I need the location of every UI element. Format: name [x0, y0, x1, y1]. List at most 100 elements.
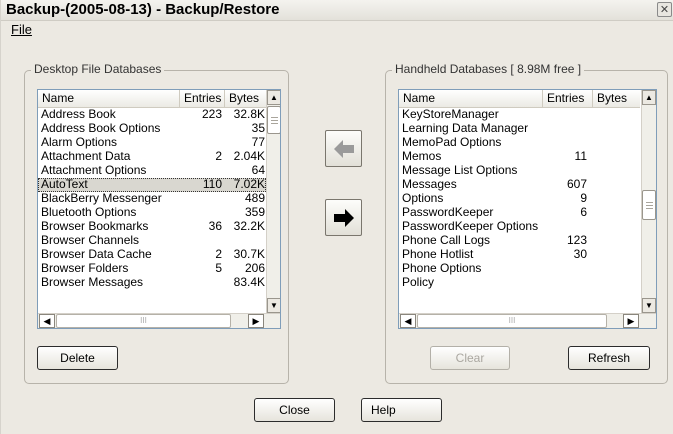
scroll-thumb[interactable]	[642, 190, 656, 220]
thumb-grip	[646, 205, 653, 206]
clear-button[interactable]: Clear	[430, 346, 510, 370]
database-name: BlackBerry Messenger	[41, 191, 162, 205]
database-row[interactable]: Address Book Options 35	[38, 122, 266, 136]
database-bytes: 30.7K	[233, 247, 265, 261]
menu-file[interactable]: File	[11, 22, 32, 37]
database-row[interactable]: Phone Call Logs 123	[399, 234, 641, 248]
close-window-icon[interactable]: ✕	[657, 2, 672, 17]
column-header-bytes[interactable]: Bytes	[225, 90, 266, 107]
column-header-name[interactable]: Name	[399, 90, 543, 107]
database-name: Browser Data Cache	[41, 247, 152, 261]
backup-restore-window: Backup-(2005-08-13) - Backup/Restore ✕ F…	[0, 0, 673, 434]
desktop-databases-group: Desktop File Databases Name Entries Byte…	[24, 62, 289, 384]
database-row[interactable]: Alarm Options 77	[38, 136, 266, 150]
database-row[interactable]: Memos 11	[399, 150, 641, 164]
scroll-right-button[interactable]: ▶	[248, 314, 264, 328]
database-row[interactable]: Options 9	[399, 192, 641, 206]
scroll-thumb[interactable]	[267, 106, 280, 134]
scroll-up-button[interactable]: ▲	[642, 90, 656, 105]
horizontal-scroll-thumb[interactable]: III	[56, 314, 231, 328]
database-row[interactable]: Browser Folders 5 206	[38, 262, 266, 276]
database-row[interactable]: PasswordKeeper Options	[399, 220, 641, 234]
database-row[interactable]: Attachment Options 64	[38, 164, 266, 178]
thumb-grip	[646, 202, 653, 203]
scroll-down-button[interactable]: ▼	[642, 298, 656, 313]
title-bar[interactable]: Backup-(2005-08-13) - Backup/Restore ✕	[1, 0, 673, 21]
column-header-name[interactable]: Name	[38, 90, 180, 107]
delete-button-label: Delete	[60, 351, 95, 365]
database-row[interactable]: MemoPad Options	[399, 136, 641, 150]
delete-button[interactable]: Delete	[37, 346, 118, 370]
scroll-right-button[interactable]: ▶	[623, 314, 639, 328]
database-row[interactable]: BlackBerry Messenger 489	[38, 192, 266, 206]
arrow-right-icon	[334, 209, 354, 227]
database-name: Browser Messages	[41, 275, 144, 289]
database-row[interactable]: Attachment Data 2 2.04K	[38, 150, 266, 164]
database-name: MemoPad Options	[402, 135, 502, 149]
database-row[interactable]: KeyStoreManager	[399, 108, 641, 122]
handheld-database-list[interactable]: Name Entries Bytes KeyStoreManager Learni…	[398, 89, 657, 329]
handheld-group-label: Handheld Databases [ 8.98M free ]	[392, 62, 585, 76]
database-row[interactable]: Messages 607	[399, 178, 641, 192]
column-header-entries[interactable]: Entries	[543, 90, 593, 107]
scroll-left-button[interactable]: ◀	[400, 314, 416, 328]
desktop-vertical-scrollbar[interactable]: ▲ ▼	[266, 90, 280, 313]
handheld-horizontal-scrollbar[interactable]: ◀ III ▶	[399, 313, 656, 328]
database-bytes: 32.8K	[233, 107, 265, 121]
database-row[interactable]: Browser Messages 83.4K	[38, 276, 266, 290]
close-button[interactable]: Close	[254, 398, 335, 422]
database-name: PasswordKeeper	[402, 205, 494, 219]
copy-to-desktop-button[interactable]	[325, 130, 362, 167]
copy-to-handheld-button[interactable]	[325, 199, 362, 236]
scroll-left-button[interactable]: ◀	[39, 314, 55, 328]
database-entries: 2	[215, 149, 222, 163]
scroll-down-button[interactable]: ▼	[267, 298, 280, 313]
desktop-database-list[interactable]: Name Entries Bytes Address Book 223 32.8K A…	[37, 89, 281, 329]
database-bytes: 2.04K	[233, 149, 265, 163]
database-row[interactable]: PasswordKeeper 6	[399, 206, 641, 220]
database-row[interactable]: Bluetooth Options 359	[38, 206, 266, 220]
scroll-up-button[interactable]: ▲	[267, 90, 280, 105]
column-header-entries[interactable]: Entries	[180, 90, 225, 107]
handheld-vertical-scrollbar[interactable]: ▲ ▼	[641, 90, 656, 313]
database-name: Address Book	[41, 107, 116, 121]
database-bytes: 32.2K	[233, 219, 265, 233]
database-row[interactable]: Browser Bookmarks 36 32.2K	[38, 220, 266, 234]
database-name: Attachment Data	[41, 149, 131, 163]
database-row[interactable]: Phone Hotlist 30	[399, 248, 641, 262]
database-name: KeyStoreManager	[402, 107, 499, 121]
menu-file-label: File	[11, 22, 32, 37]
database-row[interactable]: Policy	[399, 276, 641, 290]
database-bytes: 35	[251, 121, 265, 135]
refresh-button[interactable]: Refresh	[568, 346, 650, 370]
database-row[interactable]: Browser Channels	[38, 234, 266, 248]
database-name: Browser Folders	[41, 261, 129, 275]
database-bytes: 83.4K	[233, 275, 265, 289]
database-name: PasswordKeeper Options	[402, 219, 539, 233]
database-name: Options	[402, 191, 444, 205]
column-header-bytes[interactable]: Bytes	[593, 90, 640, 107]
database-entries: 36	[208, 219, 222, 233]
database-bytes: 206	[244, 261, 265, 275]
database-row[interactable]: Phone Options	[399, 262, 641, 276]
database-name: Messages	[402, 177, 457, 191]
help-button[interactable]: Help	[361, 398, 442, 422]
thumb-grip	[271, 120, 278, 121]
database-entries: 2	[215, 247, 222, 261]
database-name: Bluetooth Options	[41, 205, 137, 219]
database-row[interactable]: Message List Options	[399, 164, 641, 178]
database-row[interactable]: Learning Data Manager	[399, 122, 641, 136]
window-title: Backup-(2005-08-13) - Backup/Restore	[6, 1, 280, 18]
database-name: Phone Hotlist	[402, 247, 474, 261]
desktop-horizontal-scrollbar[interactable]: ◀ III ▶	[38, 313, 280, 328]
database-entries: 223	[201, 107, 222, 121]
desktop-group-label: Desktop File Databases	[31, 62, 165, 76]
database-row[interactable]: Browser Data Cache 2 30.7K	[38, 248, 266, 262]
database-bytes: 489	[244, 191, 265, 205]
database-row[interactable]: AutoText 110 7.02K	[38, 178, 266, 192]
database-row[interactable]: Address Book 223 32.8K	[38, 108, 266, 122]
database-bytes: 7.02K	[233, 177, 265, 191]
arrow-left-icon	[334, 140, 354, 158]
clear-button-label: Clear	[455, 351, 485, 365]
horizontal-scroll-thumb[interactable]: III	[417, 314, 607, 328]
